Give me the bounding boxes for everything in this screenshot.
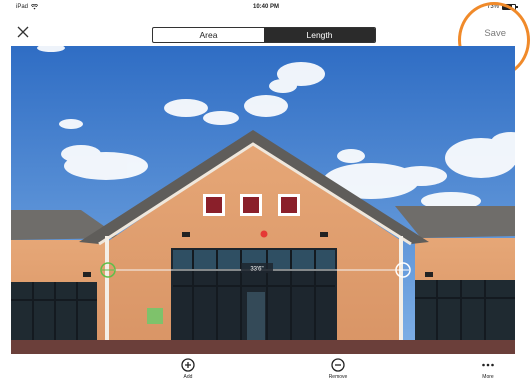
status-bar: iPad 10:40 PM 73%	[0, 0, 532, 14]
more-label: More	[482, 374, 494, 380]
storefront	[171, 248, 337, 346]
gable-windows	[203, 194, 300, 216]
bottom-toolbar: Add Remove More	[0, 354, 532, 387]
brick-base	[11, 340, 515, 354]
door-sign	[147, 308, 163, 324]
remove-button[interactable]: Remove	[308, 358, 368, 380]
close-icon[interactable]	[17, 26, 29, 38]
building-photo[interactable]: 33'6"	[11, 46, 515, 354]
battery-percent: 73%	[486, 4, 499, 10]
tab-length[interactable]: Length	[264, 28, 375, 42]
add-button[interactable]: Add	[158, 358, 218, 380]
battery-fill	[503, 5, 512, 9]
plus-circle-icon	[181, 358, 195, 372]
measurement-center-dot	[260, 230, 268, 238]
tab-area[interactable]: Area	[153, 28, 264, 42]
measure-mode-segmented-control: Area Length	[152, 27, 376, 43]
measurement-length-label: 33'6"	[250, 267, 263, 273]
top-toolbar: Area Length Save	[0, 14, 532, 46]
more-button[interactable]: More	[458, 358, 518, 380]
more-dots-icon	[482, 363, 494, 367]
battery-icon	[502, 4, 518, 10]
left-wing-windows	[11, 282, 97, 340]
minus-circle-icon	[331, 358, 345, 372]
status-time: 10:40 PM	[252, 4, 279, 10]
battery-nub	[516, 6, 518, 8]
save-button[interactable]: Save	[484, 28, 506, 39]
add-label: Add	[183, 374, 193, 380]
right-wing-windows	[415, 280, 515, 340]
status-right: 73%	[486, 4, 518, 10]
remove-label: Remove	[328, 374, 348, 380]
